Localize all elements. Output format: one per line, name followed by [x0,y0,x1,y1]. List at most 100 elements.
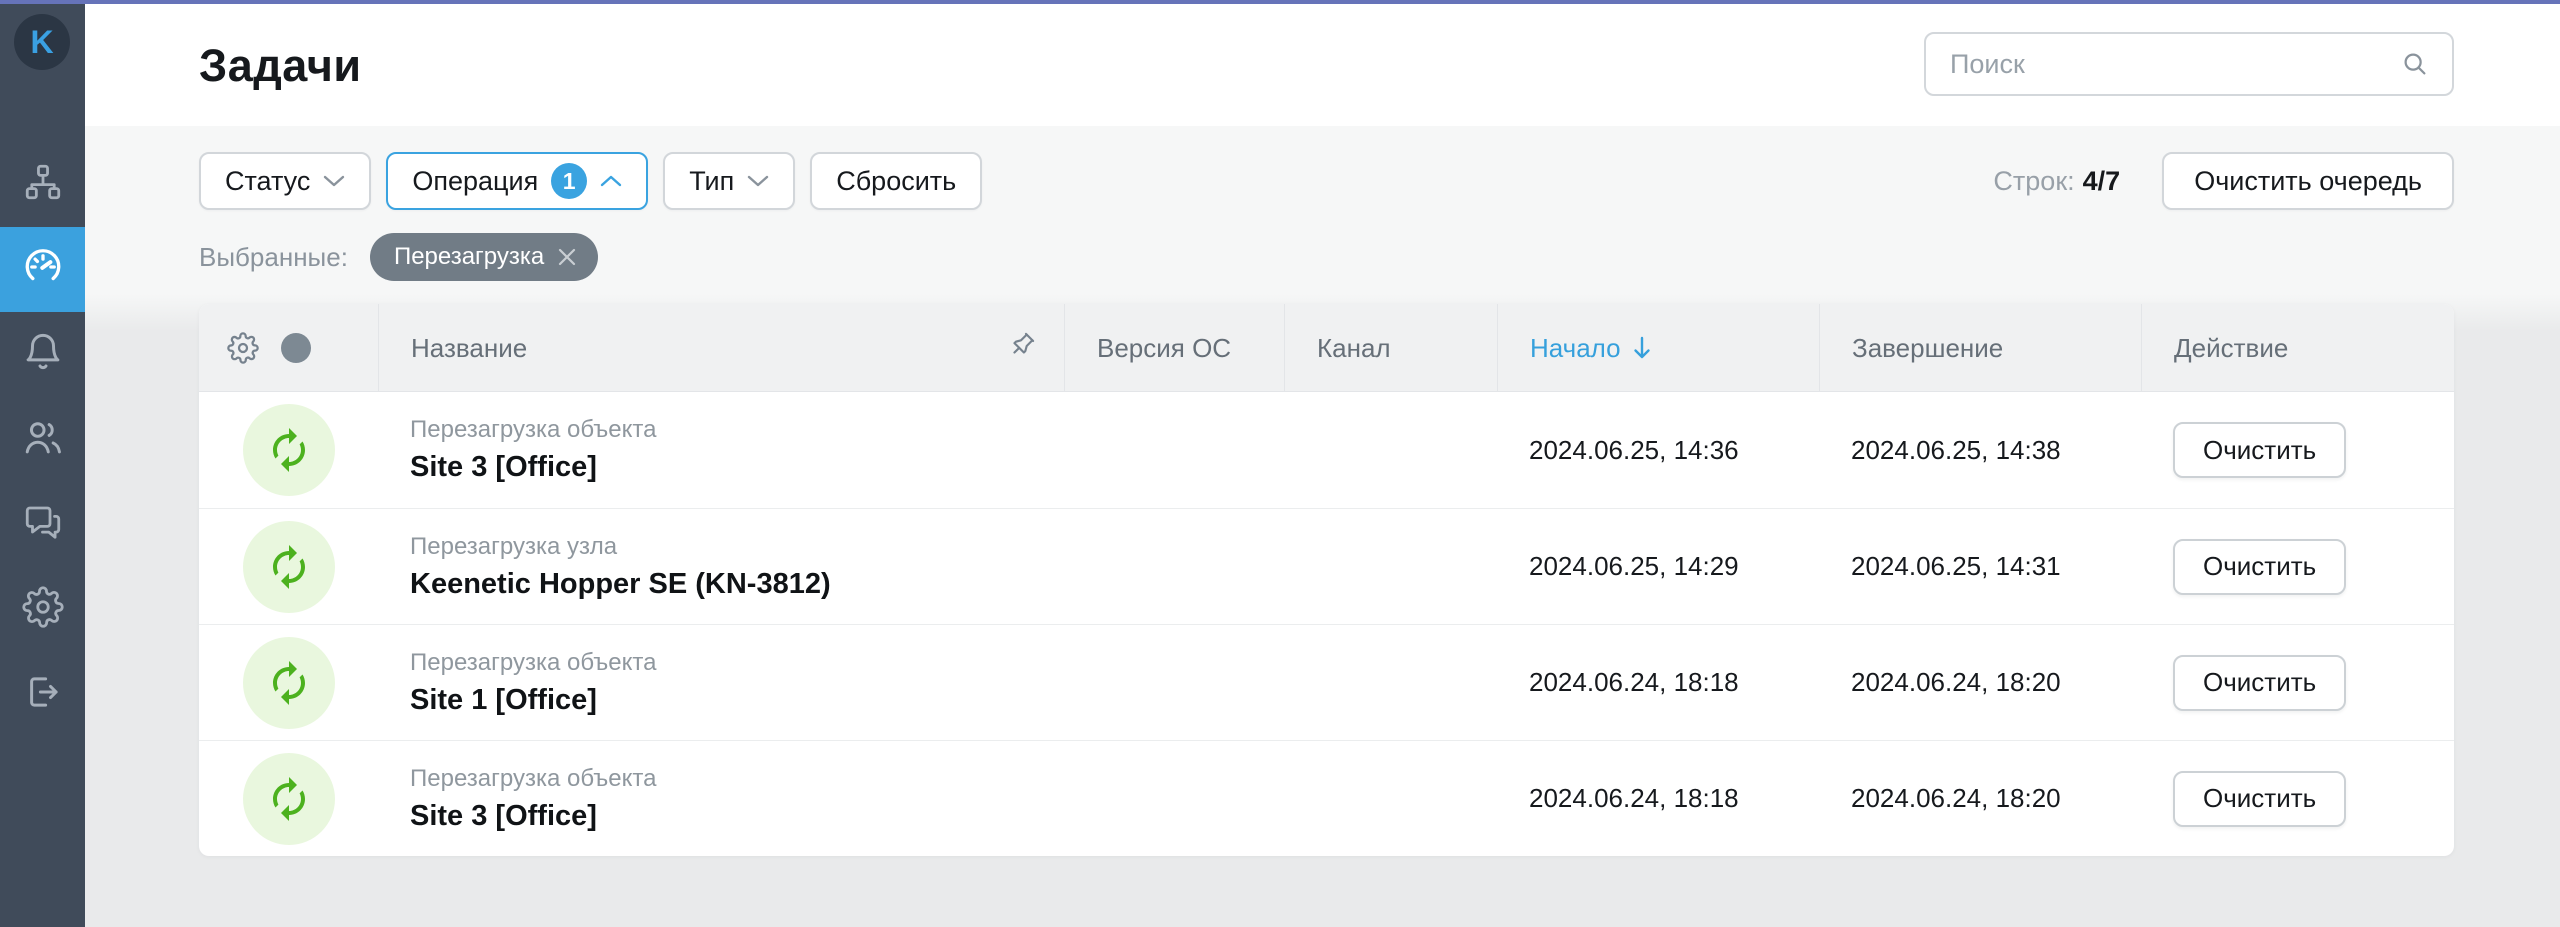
clear-queue-button[interactable]: Очистить очередь [2162,152,2454,210]
task-finish-cell: 2024.06.24, 18:20 [1819,783,2141,814]
clear-task-button[interactable]: Очистить [2173,655,2346,711]
column-settings-gear-icon[interactable] [227,332,259,364]
filter-reset-button[interactable]: Сбросить [810,152,982,210]
keenetic-logo[interactable]: K [14,14,70,70]
task-target: Keenetic Hopper SE (KN-3812) [410,568,1064,601]
sidebar-item-sites[interactable] [0,142,85,227]
task-finish-cell: 2024.06.25, 14:38 [1819,435,2141,466]
pin-icon[interactable] [1006,329,1038,368]
chevron-down-icon [747,174,769,188]
task-status-cell [199,404,378,496]
chip-label: Перезагрузка [394,243,544,271]
task-channel-cell [1284,441,1497,459]
task-channel-cell [1284,674,1497,692]
column-header-channel-label: Канал [1317,333,1391,364]
filter-operation-label: Операция [412,166,538,197]
filter-status-button[interactable]: Статус [199,152,371,210]
task-action-cell: Очистить [2141,655,2454,711]
sidebar-item-settings[interactable] [0,567,85,652]
column-header-name-label: Название [411,333,527,364]
task-os-version-cell [1064,558,1284,576]
task-os-version-cell [1064,674,1284,692]
task-action-cell: Очистить [2141,422,2454,478]
selected-filters-row: Выбранные: Перезагрузка [199,232,2454,282]
task-start-cell: 2024.06.25, 14:36 [1497,435,1819,466]
task-operation: Перезагрузка объекта [410,416,1064,444]
page-header: Задачи [85,4,2560,126]
column-header-start-label: Начало [1530,333,1621,364]
page-title: Задачи [199,40,361,92]
task-target: Site 3 [Office] [410,800,1064,833]
sidebar-item-messages[interactable] [0,482,85,567]
sidebar-item-logout[interactable] [0,652,85,737]
table-row: Перезагрузка объекта Site 3 [Office] 202… [199,740,2454,856]
task-name-cell: Перезагрузка объекта Site 1 [Office] [378,649,1064,717]
sidebar-item-dashboard[interactable] [0,227,85,312]
clear-task-button[interactable]: Очистить [2173,422,2346,478]
users-icon [22,416,64,463]
reboot-sync-icon [243,404,335,496]
sidebar-item-users[interactable] [0,397,85,482]
task-operation: Перезагрузка объекта [410,649,1064,677]
sidebar-item-notifications[interactable] [0,312,85,397]
rows-counter-value: 4/7 [2083,166,2121,196]
filter-type-button[interactable]: Тип [663,152,795,210]
task-os-version-cell [1064,790,1284,808]
sitemap-icon [22,161,64,208]
table-row: Перезагрузка объекта Site 1 [Office] 202… [199,624,2454,740]
clear-task-button[interactable]: Очистить [2173,539,2346,595]
reboot-sync-icon [243,637,335,729]
task-status-cell [199,521,378,613]
logout-icon [22,671,64,718]
dashboard-icon [22,246,64,293]
column-header-action: Действие [2141,304,2454,392]
search-input[interactable] [1950,49,2400,80]
column-header-start[interactable]: Начало [1497,304,1819,392]
rows-counter-label: Строк: [1993,166,2074,196]
task-start-cell: 2024.06.24, 18:18 [1497,783,1819,814]
reboot-sync-icon [243,753,335,845]
reboot-sync-icon [243,521,335,613]
task-status-cell [199,637,378,729]
sidebar-nav [0,142,85,737]
task-status-cell [199,753,378,845]
task-target: Site 1 [Office] [410,684,1064,717]
rows-counter: Строк: 4/7 [1993,166,2120,197]
task-operation: Перезагрузка объекта [410,765,1064,793]
column-header-channel[interactable]: Канал [1284,304,1497,392]
task-action-cell: Очистить [2141,539,2454,595]
task-target: Site 3 [Office] [410,451,1064,484]
column-header-os-version[interactable]: Версия ОС [1064,304,1284,392]
task-action-cell: Очистить [2141,771,2454,827]
column-header-finish[interactable]: Завершение [1819,304,2141,392]
table-header-row: Название Версия ОС [199,304,2454,392]
task-channel-cell [1284,790,1497,808]
table-row: Перезагрузка объекта Site 3 [Office] 202… [199,392,2454,508]
table-settings-cell [199,304,378,392]
gear-icon [22,586,64,633]
chip-close-icon[interactable] [556,246,578,268]
filter-reset-label: Сбросить [836,166,956,197]
task-finish-cell: 2024.06.24, 18:20 [1819,667,2141,698]
table-row: Перезагрузка узла Keenetic Hopper SE (KN… [199,508,2454,624]
task-name-cell: Перезагрузка узла Keenetic Hopper SE (KN… [378,533,1064,601]
status-column-dot [281,333,311,363]
task-name-cell: Перезагрузка объекта Site 3 [Office] [378,416,1064,484]
bell-icon [22,331,64,378]
task-name-cell: Перезагрузка объекта Site 3 [Office] [378,765,1064,833]
sidebar: K [0,4,85,927]
task-operation: Перезагрузка узла [410,533,1064,561]
search-icon [2400,49,2430,79]
chevron-up-icon [600,174,622,188]
filter-toolbar: Статус Операция 1 Тип Сбросить Строк [199,152,2454,210]
clear-task-button[interactable]: Очистить [2173,771,2346,827]
selected-filters-label: Выбранные: [199,242,348,273]
sort-desc-arrow-icon [1631,335,1653,361]
tasks-table: Название Версия ОС [199,304,2454,856]
content-area: Статус Операция 1 Тип Сбросить Строк [85,126,2560,927]
filter-operation-button[interactable]: Операция 1 [386,152,648,210]
task-start-cell: 2024.06.24, 18:18 [1497,667,1819,698]
column-header-name[interactable]: Название [378,304,1064,392]
filter-status-label: Статус [225,166,310,197]
column-header-finish-label: Завершение [1852,333,2003,364]
